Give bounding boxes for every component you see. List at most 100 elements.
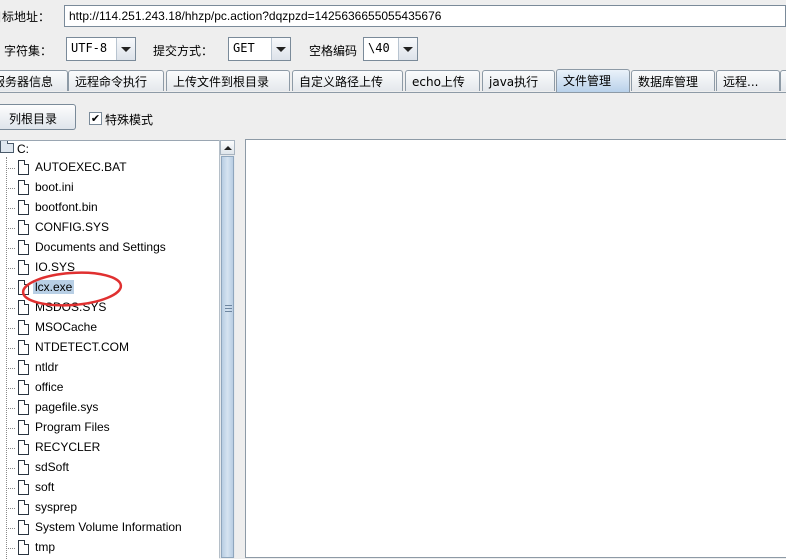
tree-connector: [6, 528, 15, 529]
tree-file-node[interactable]: bootfont.bin: [0, 198, 219, 218]
tree-file-label: office: [35, 380, 64, 394]
space-encoding-select[interactable]: \40: [363, 37, 418, 61]
file-icon: [18, 460, 29, 475]
tree-file-label: sysprep: [35, 500, 78, 514]
tree-scrollbar[interactable]: [219, 140, 235, 558]
tree-file-label: bootfont.bin: [35, 200, 98, 214]
scroll-up-icon[interactable]: [220, 140, 235, 155]
tree-file-node[interactable]: sysprep: [0, 498, 219, 518]
tree-file-node[interactable]: ntldr: [0, 358, 219, 378]
tree-file-node[interactable]: NTDETECT.COM: [0, 338, 219, 358]
file-icon: [18, 320, 29, 335]
tree-file-label: boot.ini: [35, 180, 74, 194]
space-encoding-value: \40: [368, 41, 390, 55]
tree-connector: [6, 508, 15, 509]
folder-icon: [0, 141, 14, 153]
tree-file-label: NTDETECT.COM: [35, 340, 129, 354]
tree-file-node[interactable]: sdSoft: [0, 458, 219, 478]
special-mode-label: 特殊模式: [105, 113, 154, 127]
tree-connector: [6, 208, 15, 209]
tab-file-manager[interactable]: 文件管理: [556, 69, 630, 92]
tab-upload-root[interactable]: 上传文件到根目录: [166, 70, 290, 91]
file-icon: [18, 360, 29, 375]
tab-custom-path-upload[interactable]: 自定义路径上传: [292, 70, 403, 91]
tab-java-exec[interactable]: java执行: [482, 70, 555, 91]
tree-connector: [6, 388, 15, 389]
target-url-input[interactable]: http://114.251.243.18/hhzp/pc.action?dqz…: [64, 5, 786, 27]
tree-file-node[interactable]: soft: [0, 478, 219, 498]
tree-file-node[interactable]: CONFIG.SYS: [0, 218, 219, 238]
file-tree[interactable]: C: AUTOEXEC.BAT boot.ini bootfont.bin CONFI…: [0, 140, 219, 559]
special-mode-checkbox[interactable]: ✔: [89, 112, 102, 125]
tree-connector: [6, 228, 15, 229]
tree-file-label: soft: [35, 480, 55, 494]
tab-divider: [0, 92, 786, 93]
tree-connector: [6, 468, 15, 469]
tree-connector: [6, 308, 15, 309]
file-icon: [18, 240, 29, 255]
charset-dropdown-arrow-icon[interactable]: [116, 38, 135, 60]
method-select[interactable]: GET: [228, 37, 291, 61]
tree-connector: [6, 368, 15, 369]
file-content-pane[interactable]: [245, 139, 786, 558]
tree-file-node[interactable]: System Volume Information: [0, 518, 219, 538]
tab-remote-more[interactable]: 远程...: [716, 70, 780, 91]
tree-connector: [6, 428, 15, 429]
tree-file-label: RECYCLER: [35, 440, 101, 454]
tab-bar: 服务器信息 远程命令执行 上传文件到根目录 自定义路径上传 echo上传 jav…: [0, 69, 786, 92]
tree-file-node[interactable]: tmp: [0, 538, 219, 558]
tab-remote-command[interactable]: 远程命令执行: [68, 70, 164, 91]
tab-overflow[interactable]: [780, 70, 786, 91]
file-icon: [18, 200, 29, 215]
file-icon: [18, 400, 29, 415]
highlight-circle: [21, 271, 123, 307]
file-icon: [18, 500, 29, 515]
tree-root-label: C:: [17, 142, 29, 156]
tree-file-label: System Volume Information: [35, 520, 182, 534]
file-icon: [18, 220, 29, 235]
file-icon: [18, 340, 29, 355]
tree-file-node[interactable]: Program Files: [0, 418, 219, 438]
tree-file-label: Documents and Settings: [35, 240, 166, 254]
tree-connector: [6, 288, 15, 289]
tab-echo-upload[interactable]: echo上传: [405, 70, 480, 91]
file-icon: [18, 480, 29, 495]
tree-file-label: CONFIG.SYS: [35, 220, 110, 234]
file-icon: [18, 160, 29, 175]
tab-server-info[interactable]: 服务器信息: [0, 70, 68, 91]
tree-file-node[interactable]: office: [0, 378, 219, 398]
tree-connector: [6, 548, 15, 549]
scrollbar-thumb[interactable]: [221, 156, 234, 558]
tree-connector: [6, 348, 15, 349]
file-icon: [18, 520, 29, 535]
file-icon: [18, 380, 29, 395]
tree-connector: [6, 488, 15, 489]
tree-file-label: Program Files: [35, 420, 110, 434]
tab-database-manager[interactable]: 数据库管理: [631, 70, 715, 91]
charset-value: UTF-8: [71, 41, 108, 55]
space-encoding-dropdown-arrow-icon[interactable]: [398, 38, 417, 60]
tree-connector: [6, 408, 15, 409]
charset-select[interactable]: UTF-8: [66, 37, 136, 61]
pane-splitter[interactable]: [235, 140, 245, 558]
tree-connector: [6, 328, 15, 329]
list-root-button[interactable]: 列根目录: [0, 104, 76, 130]
method-dropdown-arrow-icon[interactable]: [271, 38, 290, 60]
file-icon: [18, 440, 29, 455]
tree-file-node[interactable]: MSOCache: [0, 318, 219, 338]
tree-file-node[interactable]: boot.ini: [0, 178, 219, 198]
tree-file-node[interactable]: AUTOEXEC.BAT: [0, 158, 219, 178]
tree-connector: [6, 168, 15, 169]
file-icon: [18, 540, 29, 555]
tree-connector: [6, 188, 15, 189]
tree-file-label: tmp: [35, 540, 56, 554]
target-url-label: 目标地址：: [0, 10, 51, 24]
tree-guide-line: [6, 157, 7, 559]
tree-file-node[interactable]: pagefile.sys: [0, 398, 219, 418]
tree-file-label: pagefile.sys: [35, 400, 99, 414]
tree-file-node[interactable]: Documents and Settings: [0, 238, 219, 258]
tree-connector: [6, 448, 15, 449]
file-icon: [18, 420, 29, 435]
tree-file-node[interactable]: RECYCLER: [0, 438, 219, 458]
method-label: 提交方式：: [153, 44, 214, 58]
